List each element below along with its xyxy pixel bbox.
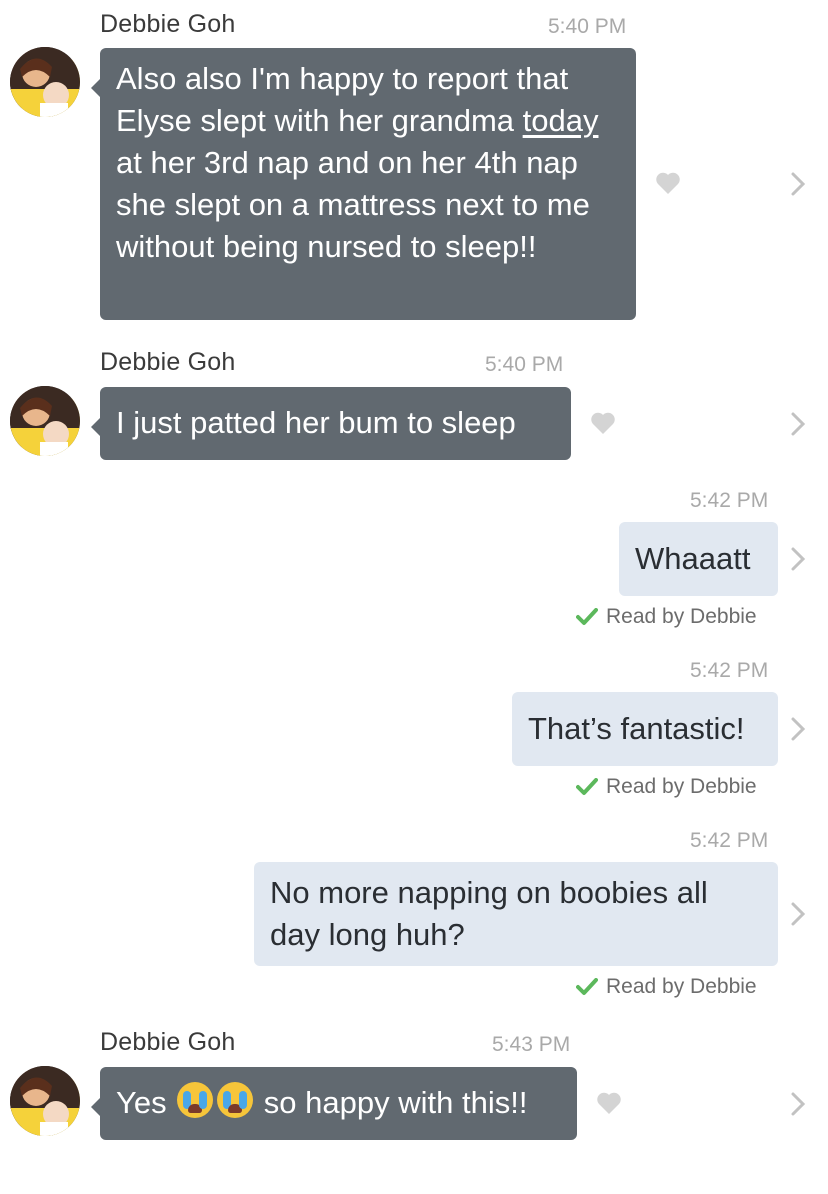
loudly-crying-face-emoji-icon: [177, 1082, 214, 1118]
avatar[interactable]: [10, 386, 80, 456]
read-receipt: Read by Debbie: [576, 605, 757, 629]
message-text: Also also I'm happy to report that Elyse…: [116, 61, 569, 138]
read-receipt-text: Read by Debbie: [606, 975, 757, 998]
checkmark-icon: [576, 778, 598, 795]
chevron-right-icon[interactable]: [790, 171, 806, 197]
incoming-message-bubble[interactable]: I just patted her bum to sleep: [91, 387, 571, 460]
read-receipt: Read by Debbie: [576, 775, 757, 799]
sender-name: Debbie Goh: [100, 10, 236, 38]
message-timestamp: 5:42 PM: [690, 829, 769, 852]
outgoing-message-bubble[interactable]: No more napping on boobies all day long …: [254, 862, 778, 966]
chevron-right-icon[interactable]: [790, 901, 806, 927]
message-timestamp: 5:43 PM: [492, 1033, 571, 1056]
checkmark-icon: [576, 608, 598, 625]
sender-name: Debbie Goh: [100, 348, 236, 376]
avatar-photo-icon: [10, 47, 80, 117]
avatar[interactable]: [10, 1066, 80, 1136]
incoming-message-bubble[interactable]: Yes so happy with this!!: [91, 1067, 577, 1140]
message-text: No more napping on boobies all day long …: [270, 875, 708, 952]
outgoing-message-bubble[interactable]: That’s fantastic!: [512, 692, 778, 766]
sender-name: Debbie Goh: [100, 1028, 236, 1056]
message-text: That’s fantastic!: [528, 711, 745, 746]
heart-icon[interactable]: [590, 411, 616, 435]
read-receipt: Read by Debbie: [576, 975, 757, 999]
message-text: Whaaatt: [635, 541, 751, 576]
incoming-message-bubble[interactable]: Also also I'm happy to report that Elyse…: [91, 48, 636, 320]
avatar-photo-icon: [10, 386, 80, 456]
message-timestamp: 5:42 PM: [690, 659, 769, 682]
message-link-today[interactable]: today: [523, 103, 599, 138]
checkmark-icon: [576, 978, 598, 995]
chevron-right-icon[interactable]: [790, 546, 806, 572]
message-timestamp: 5:40 PM: [485, 353, 564, 376]
message-text: Yes: [116, 1085, 176, 1120]
outgoing-message-bubble[interactable]: Whaaatt: [619, 522, 778, 596]
heart-icon[interactable]: [596, 1091, 622, 1115]
heart-icon[interactable]: [655, 171, 681, 195]
chevron-right-icon[interactable]: [790, 1091, 806, 1117]
message-text: I just patted her bum to sleep: [116, 405, 516, 440]
read-receipt-text: Read by Debbie: [606, 775, 757, 798]
chevron-right-icon[interactable]: [790, 411, 806, 437]
avatar-photo-icon: [10, 1066, 80, 1136]
message-text: so happy with this!!: [255, 1085, 528, 1120]
loudly-crying-face-emoji-icon: [217, 1082, 254, 1118]
message-timestamp: 5:42 PM: [690, 489, 769, 512]
avatar[interactable]: [10, 47, 80, 117]
read-receipt-text: Read by Debbie: [606, 605, 757, 628]
chevron-right-icon[interactable]: [790, 716, 806, 742]
message-text: at her 3rd nap and on her 4th nap she sl…: [116, 145, 590, 264]
message-timestamp: 5:40 PM: [548, 15, 627, 38]
